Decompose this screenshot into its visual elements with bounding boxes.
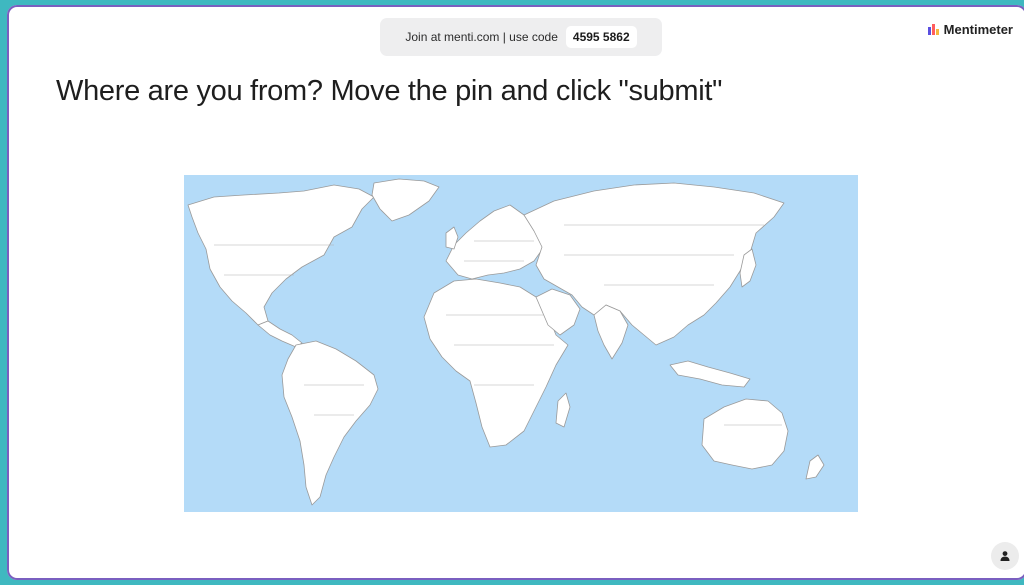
presentation-slide: Join at menti.com | use code 4595 5862 M…: [7, 5, 1024, 580]
continent-north-america[interactable]: [187, 184, 375, 326]
central-america[interactable]: [257, 320, 303, 348]
brand-logo: Mentimeter: [927, 22, 1013, 37]
join-banner: Join at menti.com | use code 4595 5862: [380, 18, 662, 56]
world-map-graphic[interactable]: [184, 175, 858, 512]
world-map[interactable]: [184, 175, 858, 512]
question-title: Where are you from? Move the pin and cli…: [56, 75, 723, 107]
join-instructions: Join at menti.com | use code: [405, 30, 558, 44]
person-icon: [1000, 551, 1010, 561]
greenland[interactable]: [371, 178, 440, 222]
indonesia[interactable]: [669, 360, 751, 388]
join-code: 4595 5862: [565, 26, 637, 48]
madagascar[interactable]: [555, 392, 571, 428]
new-zealand[interactable]: [805, 454, 825, 480]
participant-button[interactable]: [991, 542, 1019, 570]
brand-name: Mentimeter: [943, 22, 1013, 37]
mentimeter-logo-icon: [927, 24, 939, 35]
continent-australia[interactable]: [701, 398, 789, 470]
continent-south-america[interactable]: [281, 340, 379, 506]
